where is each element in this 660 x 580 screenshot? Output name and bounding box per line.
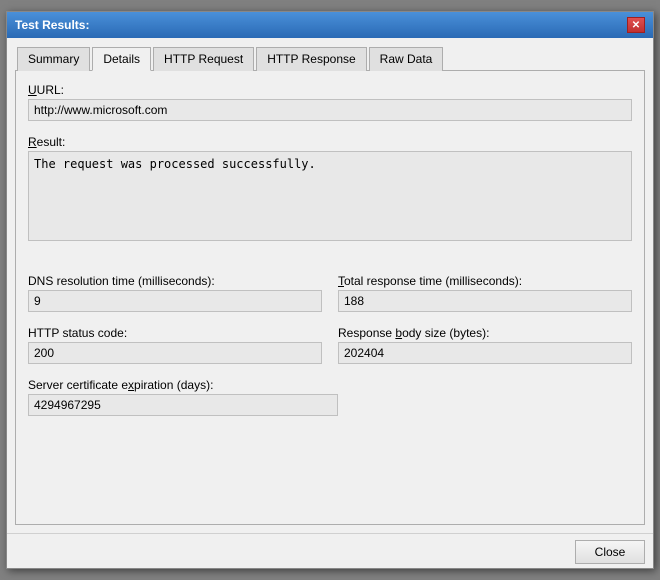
row-dns-total: DNS resolution time (milliseconds): 9 To… xyxy=(28,274,632,318)
url-value[interactable]: http://www.microsoft.com xyxy=(28,99,632,121)
total-response-field-group: Total response time (milliseconds): 188 xyxy=(338,274,632,312)
tab-bar: Summary Details HTTP Request HTTP Respon… xyxy=(15,46,645,71)
dns-value[interactable]: 9 xyxy=(28,290,322,312)
http-status-label: HTTP status code: xyxy=(28,326,322,340)
total-response-value[interactable]: 188 xyxy=(338,290,632,312)
url-label: UURL: xyxy=(28,83,632,97)
footer: Close xyxy=(7,533,653,568)
close-button[interactable]: Close xyxy=(575,540,645,564)
http-status-field-group: HTTP status code: 200 xyxy=(28,326,322,364)
title-bar: Test Results: ✕ xyxy=(7,12,653,38)
url-field-group: UURL: http://www.microsoft.com xyxy=(28,83,632,121)
result-textarea[interactable] xyxy=(28,151,632,241)
cert-expiry-field-group: Server certificate expiration (days): 42… xyxy=(28,378,338,416)
tab-http-response[interactable]: HTTP Response xyxy=(256,47,366,71)
tab-details[interactable]: Details xyxy=(92,47,151,71)
tab-http-request[interactable]: HTTP Request xyxy=(153,47,254,71)
total-response-label: Total response time (milliseconds): xyxy=(338,274,632,288)
window-body: Summary Details HTTP Request HTTP Respon… xyxy=(7,38,653,533)
response-body-label: Response body size (bytes): xyxy=(338,326,632,340)
result-label: Result: xyxy=(28,135,632,149)
tab-summary[interactable]: Summary xyxy=(17,47,90,71)
tab-raw-data[interactable]: Raw Data xyxy=(369,47,444,71)
response-body-value[interactable]: 202404 xyxy=(338,342,632,364)
response-body-field-group: Response body size (bytes): 202404 xyxy=(338,326,632,364)
cert-expiry-label: Server certificate expiration (days): xyxy=(28,378,338,392)
title-bar-close-button[interactable]: ✕ xyxy=(627,17,645,33)
window-title: Test Results: xyxy=(15,18,89,32)
dns-field-group: DNS resolution time (milliseconds): 9 xyxy=(28,274,322,312)
test-results-window: Test Results: ✕ Summary Details HTTP Req… xyxy=(6,11,654,569)
cert-expiry-value[interactable]: 4294967295 xyxy=(28,394,338,416)
http-status-value[interactable]: 200 xyxy=(28,342,322,364)
content-area: UURL: http://www.microsoft.com Result: D… xyxy=(15,71,645,525)
result-field-group: Result: xyxy=(28,135,632,244)
row-http-body: HTTP status code: 200 Response body size… xyxy=(28,326,632,370)
dns-label: DNS resolution time (milliseconds): xyxy=(28,274,322,288)
